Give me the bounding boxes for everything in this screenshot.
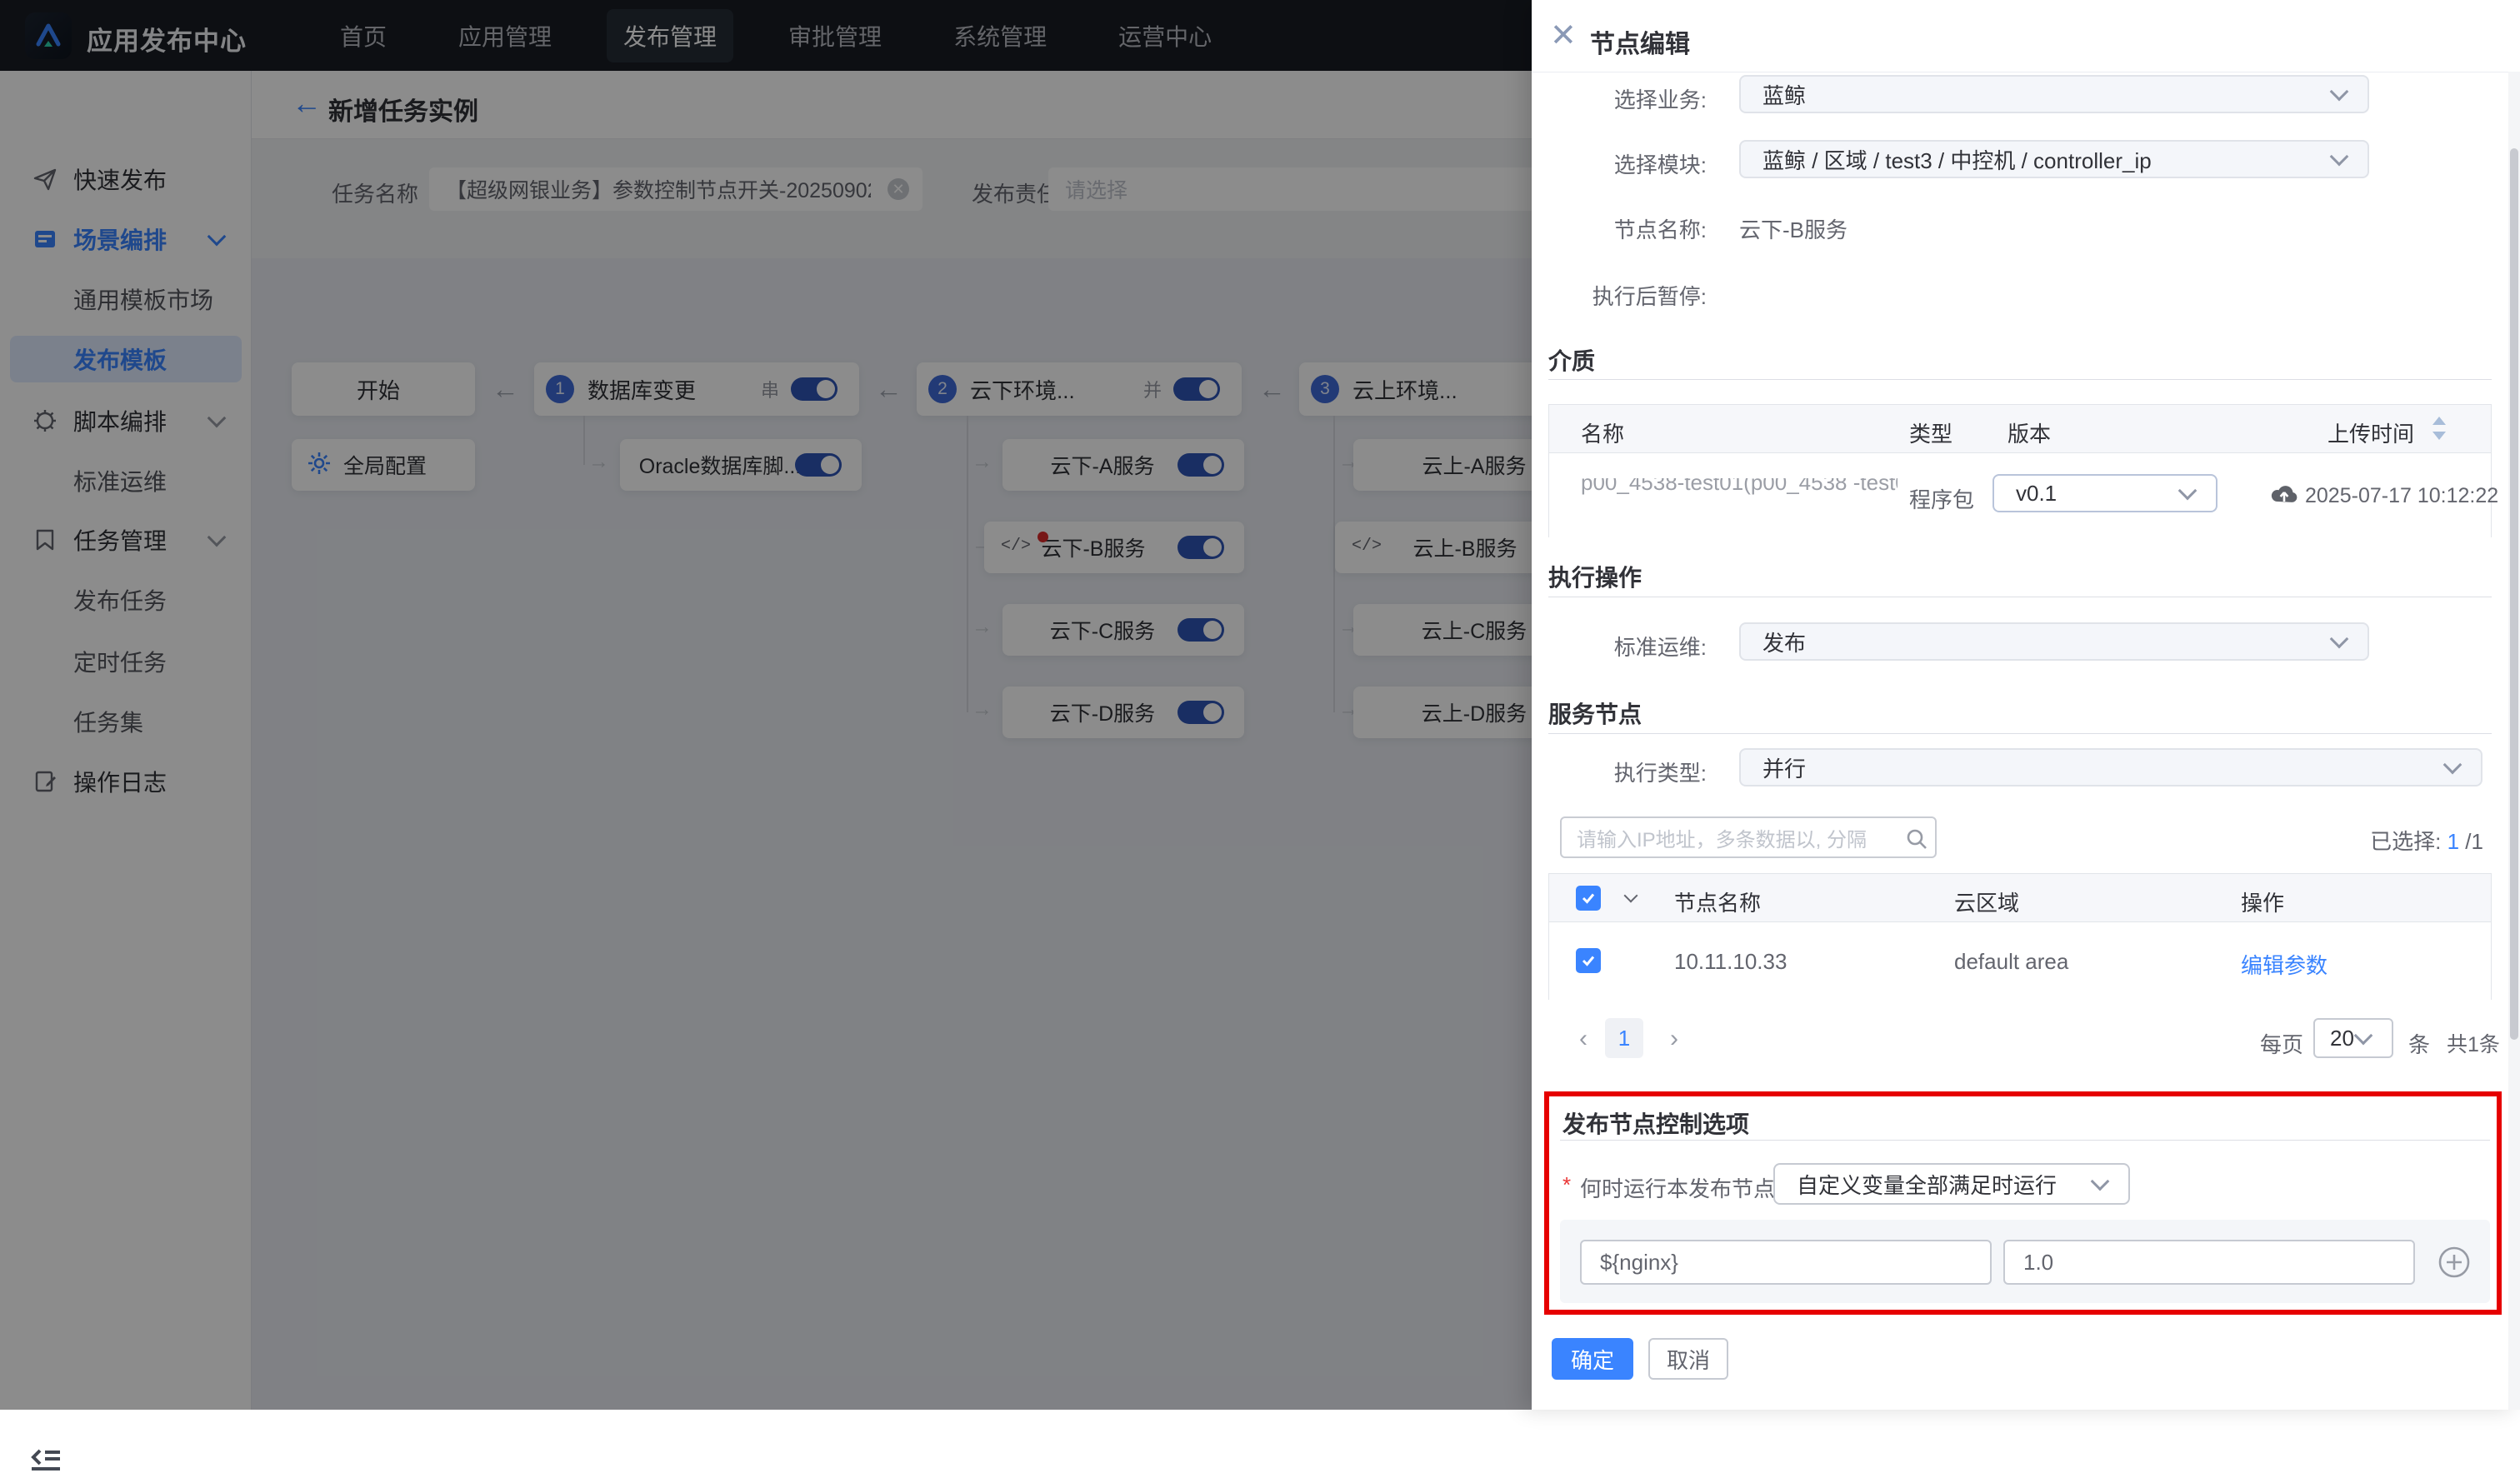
page-prev-icon[interactable]: ‹ — [1579, 1025, 1588, 1053]
business-value: 蓝鲸 — [1762, 79, 1806, 110]
total-count: 共1条 — [2447, 1028, 2500, 1058]
cancel-button[interactable]: 取消 — [1648, 1338, 1728, 1380]
per-page-select[interactable]: 20 — [2313, 1018, 2393, 1058]
row-ip: 10.11.10.33 — [1674, 949, 1787, 975]
sort-desc-icon[interactable] — [2432, 432, 2446, 440]
col-cloud-area: 云区域 — [1954, 886, 2019, 917]
page-next-icon[interactable]: › — [1670, 1025, 1678, 1053]
selected-count-text: 已选择: 1 /1 — [2370, 825, 2483, 856]
ops-value: 发布 — [1762, 627, 1806, 657]
collapse-sidebar-icon[interactable] — [28, 1444, 63, 1478]
highlight-annotation-box — [1544, 1091, 2502, 1315]
close-icon[interactable]: ✕ — [1550, 20, 1577, 52]
pause-label: 执行后暂停: — [1533, 280, 1707, 311]
scrollbar-thumb[interactable] — [2510, 148, 2518, 1040]
business-label: 选择业务: — [1533, 83, 1707, 114]
per-page-label: 每页 — [2260, 1028, 2303, 1059]
exec-type-value: 并行 — [1762, 752, 1806, 783]
media-name: p00_4538-test01(p00_4538 -test01) — [1581, 478, 1898, 500]
node-name-label: 节点名称: — [1533, 213, 1707, 244]
per-page-unit: 条 — [2408, 1028, 2430, 1059]
col-type: 类型 — [1909, 417, 1952, 448]
col-name: 名称 — [1581, 417, 1624, 448]
node-table-header: 节点名称 云区域 操作 — [1549, 874, 2491, 922]
version-select[interactable]: v0.1 — [1992, 474, 2218, 512]
selected-label: 已选择: — [2370, 829, 2441, 854]
exec-type-label: 执行类型: — [1533, 756, 1707, 787]
page-number[interactable]: 1 — [1605, 1018, 1643, 1058]
media-table: 名称 类型 版本 上传时间 p00_4538-test01(p00_4538 -… — [1548, 404, 2492, 537]
media-upload-time: 2025-07-17 10:12:22 — [2305, 484, 2498, 508]
operation-section-title: 执行操作 — [1548, 560, 1642, 593]
nodes-section-title: 服务节点 — [1548, 697, 1642, 730]
media-table-row: p00_4538-test01(p00_4538 -test01) 程序包 v0… — [1549, 453, 2491, 537]
media-type: 程序包 — [1909, 483, 1974, 514]
node-edit-drawer: ✕ 节点编辑 选择业务: 蓝鲸 选择模块: 蓝鲸 / 区域 / test3 / … — [1532, 0, 2520, 1410]
version-value: v0.1 — [2016, 481, 2057, 507]
exec-type-select[interactable]: 并行 — [1739, 748, 2482, 786]
divider — [1548, 379, 2492, 380]
media-section-title: 介质 — [1548, 343, 1595, 377]
per-page-value: 20 — [2330, 1026, 2354, 1051]
sort-asc-icon[interactable] — [2432, 417, 2446, 425]
drawer-title: 节点编辑 — [1590, 23, 1690, 60]
ops-select[interactable]: 发布 — [1739, 622, 2369, 661]
confirm-button[interactable]: 确定 — [1552, 1338, 1633, 1380]
node-table: 节点名称 云区域 操作 10.11.10.33 default area 编辑参… — [1548, 873, 2492, 1000]
module-label: 选择模块: — [1533, 148, 1707, 179]
ip-search-placeholder: 请输入IP地址，多条数据以, 分隔 — [1577, 823, 1867, 852]
node-name-value: 云下-B服务 — [1739, 213, 1848, 244]
row-area: default area — [1954, 949, 2068, 975]
media-table-header: 名称 类型 版本 上传时间 — [1549, 405, 2491, 453]
module-value: 蓝鲸 / 区域 / test3 / 中控机 / controller_ip — [1762, 144, 2152, 175]
col-node-name: 节点名称 — [1674, 886, 1761, 917]
business-select[interactable]: 蓝鲸 — [1739, 75, 2369, 113]
divider — [1548, 733, 2492, 734]
drawer-mask-overlay[interactable] — [0, 0, 1532, 1410]
selected-count: 1 — [2448, 829, 2459, 854]
edit-params-link[interactable]: 编辑参数 — [2241, 949, 2328, 980]
ops-label: 标准运维: — [1533, 631, 1707, 662]
chevron-down-icon[interactable] — [1624, 889, 1638, 903]
selected-total: /1 — [2459, 829, 2483, 854]
col-time: 上传时间 — [2328, 417, 2414, 448]
upload-cloud-icon[interactable] — [2269, 480, 2299, 514]
select-all-checkbox[interactable] — [1576, 886, 1601, 911]
search-icon[interactable] — [1905, 827, 1928, 856]
row-checkbox[interactable] — [1576, 948, 1601, 973]
node-table-row: 10.11.10.33 default area 编辑参数 — [1549, 922, 2491, 1000]
col-action: 操作 — [2241, 886, 2284, 917]
ip-search-input[interactable]: 请输入IP地址，多条数据以, 分隔 — [1560, 816, 1937, 858]
col-version: 版本 — [2008, 417, 2051, 448]
module-select[interactable]: 蓝鲸 / 区域 / test3 / 中控机 / controller_ip — [1739, 140, 2369, 178]
